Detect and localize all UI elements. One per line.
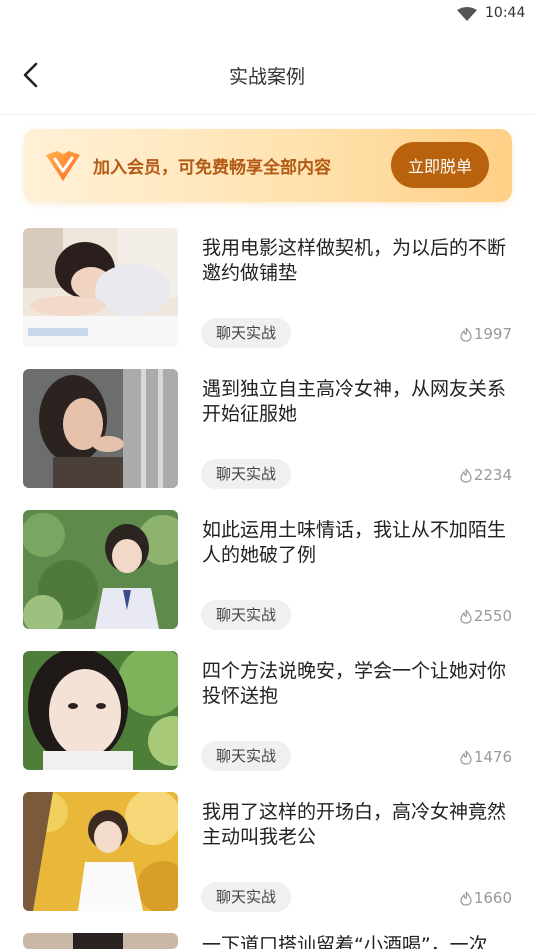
list-item[interactable]: 遇到独立自主高冷女神，从网友关系开始征服她 聊天实战 2234 — [0, 369, 534, 489]
vip-crown-icon — [46, 151, 80, 181]
list-item[interactable]: 如此运用土味情话，我让从不加陌生人的她破了例 聊天实战 2550 — [0, 510, 534, 630]
page-title: 实战案例 — [228, 66, 305, 88]
view-count: 1660 — [460, 889, 512, 907]
article-thumbnail — [23, 510, 178, 629]
flame-icon — [460, 609, 472, 624]
category-tag: 聊天实战 — [201, 882, 292, 912]
category-tag: 聊天实战 — [201, 459, 292, 489]
view-count: 1997 — [460, 325, 512, 343]
view-count-value: 1997 — [473, 325, 512, 343]
category-tag: 聊天实战 — [201, 741, 292, 771]
flame-icon — [460, 750, 472, 765]
flame-icon — [460, 468, 472, 483]
list-item[interactable]: 我用电影这样做契机，为以后的不断邀约做铺垫 聊天实战 1997 — [0, 228, 534, 348]
banner-text: 加入会员，可免费畅享全部内容 — [93, 158, 331, 178]
flame-icon — [460, 327, 472, 342]
view-count-value: 2234 — [473, 466, 512, 484]
vip-banner[interactable]: 加入会员，可免费畅享全部内容 立即脱单 — [24, 129, 512, 202]
article-title: 一下道口搭讪留着“小酒喝”，一次 — [202, 934, 488, 949]
list-item[interactable]: 四个方法说晚安，学会一个让她对你投怀送抱 聊天实战 1476 — [0, 651, 534, 771]
article-title: 四个方法说晚安，学会一个让她对你投怀送抱 — [202, 660, 507, 707]
list-item[interactable]: 一下道口搭讪留着“小酒喝”，一次 — [0, 933, 534, 949]
view-count-value: 2550 — [473, 607, 512, 625]
article-title: 我用了这样的开场白，高冷女神竟然主动叫我老公 — [202, 801, 507, 848]
view-count-value: 1660 — [473, 889, 512, 907]
article-title: 遇到独立自主高冷女神，从网友关系开始征服她 — [202, 378, 507, 425]
category-tag: 聊天实战 — [201, 318, 292, 348]
join-now-button[interactable]: 立即脱单 — [391, 142, 489, 188]
article-title: 如此运用土味情话，我让从不加陌生人的她破了例 — [202, 519, 507, 566]
category-tag: 聊天实战 — [201, 600, 292, 630]
article-thumbnail — [23, 651, 178, 770]
header: 实战案例 — [0, 40, 534, 115]
article-thumbnail — [23, 792, 178, 911]
article-thumbnail — [23, 369, 178, 488]
flame-icon — [460, 891, 472, 906]
status-bar: 10:44 — [0, 0, 534, 28]
article-thumbnail — [23, 228, 178, 347]
view-count-value: 1476 — [473, 748, 512, 766]
view-count: 2550 — [460, 607, 512, 625]
view-count: 1476 — [460, 748, 512, 766]
list-item[interactable]: 我用了这样的开场白，高冷女神竟然主动叫我老公 聊天实战 1660 — [0, 792, 534, 912]
status-time: 10:44 — [485, 5, 526, 21]
view-count: 2234 — [460, 466, 512, 484]
wifi-icon — [457, 7, 477, 21]
article-title: 我用电影这样做契机，为以后的不断邀约做铺垫 — [202, 237, 507, 284]
article-thumbnail — [23, 933, 178, 949]
